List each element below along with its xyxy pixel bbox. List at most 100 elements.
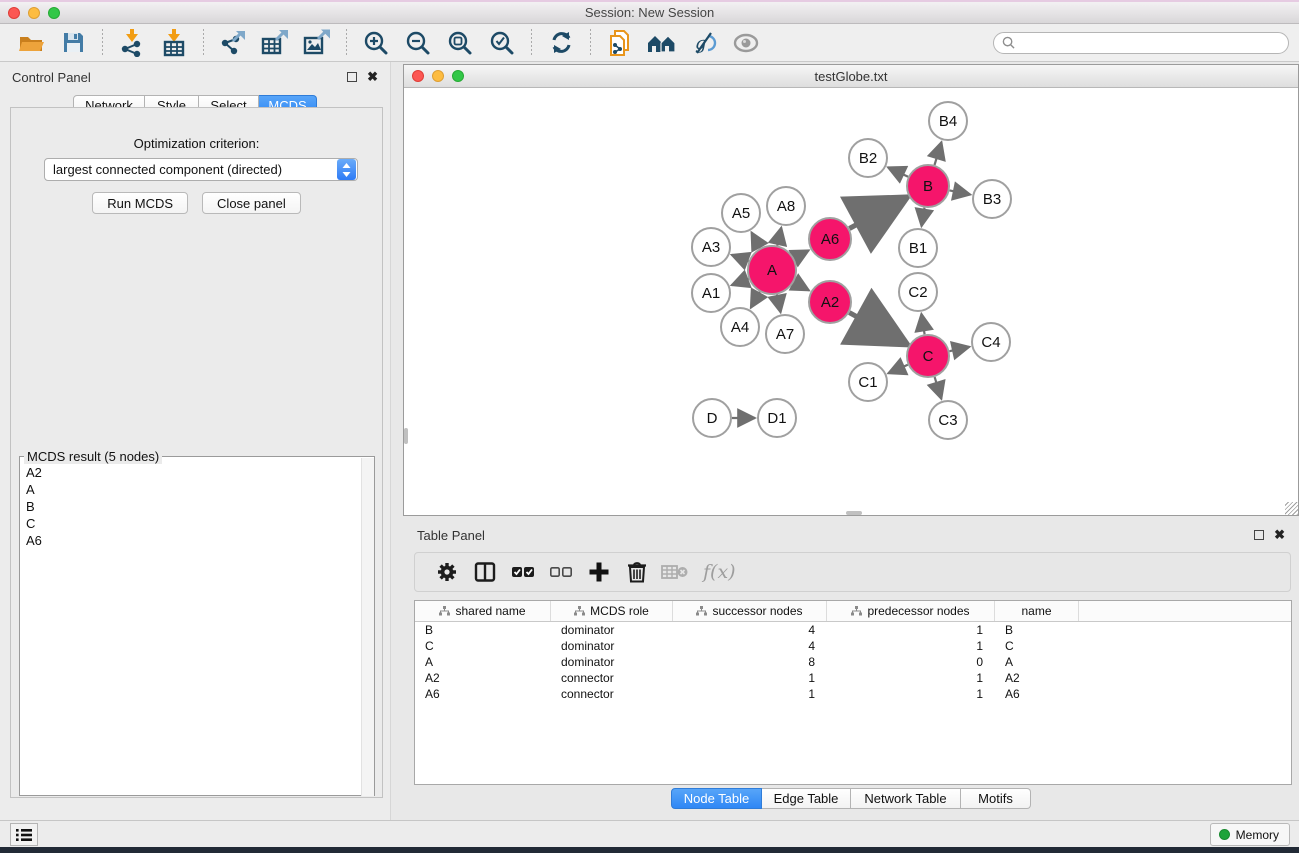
graph-edge-A-A2[interactable] [794, 282, 809, 290]
toolbar-separator [102, 29, 103, 57]
graph-edge-A2-C[interactable] [849, 313, 907, 345]
zoom-fit-button[interactable] [443, 27, 477, 59]
graph-edge-C-C3[interactable] [935, 377, 942, 399]
close-panel-icon[interactable]: ✖ [1274, 530, 1285, 540]
table-row[interactable]: A2connector11A2 [415, 670, 1291, 686]
close-panel-button[interactable]: Close panel [202, 192, 301, 214]
delete-table-button [661, 558, 689, 586]
graph-node-label: B [923, 178, 933, 195]
graph-edge-A-A7[interactable] [777, 295, 781, 313]
mcds-result-item[interactable]: A [26, 481, 360, 498]
column-header-predecessor-nodes[interactable]: predecessor nodes [827, 601, 995, 621]
search-area [993, 32, 1289, 54]
column-header-shared-name[interactable]: shared name [415, 601, 551, 621]
save-session-button[interactable] [56, 27, 90, 59]
export-table-button[interactable] [258, 27, 292, 59]
table-row[interactable]: Bdominator41B [415, 622, 1291, 638]
refresh-button[interactable] [544, 27, 578, 59]
gene-query-icon: g [691, 30, 717, 56]
graph-edge-C-C4[interactable] [950, 347, 970, 351]
copy-network-button[interactable] [603, 27, 637, 59]
delete-column-button[interactable] [623, 558, 651, 586]
table-row[interactable]: A6connector11A6 [415, 686, 1291, 702]
tab-node-table[interactable]: Node Table [671, 788, 762, 809]
zoom-in-button[interactable] [359, 27, 393, 59]
eye-button[interactable] [729, 27, 763, 59]
table-cell: B [415, 622, 551, 638]
zoom-selected-button[interactable] [485, 27, 519, 59]
export-network-button[interactable] [216, 27, 250, 59]
main-toolbar: g [0, 24, 1299, 62]
select-all-button[interactable] [509, 558, 537, 586]
graph-edge-A-A4[interactable] [751, 292, 760, 308]
import-network-button[interactable] [115, 27, 149, 59]
gene-query-button[interactable]: g [687, 27, 721, 59]
float-panel-icon[interactable] [347, 72, 357, 82]
criterion-dropdown[interactable]: largest connected component (directed) [44, 158, 358, 181]
network-canvas[interactable]: AA1A2A3A4A5A6A7A8BB1B2B3B4CC1C2C3C4DD1 [404, 88, 1298, 515]
table-settings-button[interactable] [433, 558, 461, 586]
table-panel-tabs: Node TableEdge TableNetwork TableMotifs [403, 788, 1299, 809]
graph-edge-B-B4[interactable] [935, 142, 942, 165]
table-cell: A2 [415, 670, 551, 686]
column-header-name[interactable]: name [995, 601, 1079, 621]
mcds-result-item[interactable]: A6 [26, 532, 360, 549]
tab-edge-table[interactable]: Edge Table [762, 788, 851, 809]
graph-edge-B-B1[interactable] [922, 208, 925, 227]
result-scrollbar[interactable] [361, 458, 374, 796]
tab-motifs[interactable]: Motifs [961, 788, 1031, 809]
graph-edge-C-C1[interactable] [888, 365, 908, 374]
export-image-button[interactable] [300, 27, 334, 59]
toolbar-separator [590, 29, 591, 57]
export-network-icon [219, 29, 247, 57]
vertical-scroll-thumb[interactable] [404, 428, 408, 444]
graph-node-label: A2 [821, 294, 839, 311]
graph-edge-A-A3[interactable] [732, 255, 749, 261]
mcds-result-item[interactable]: C [26, 515, 360, 532]
memory-button[interactable]: Memory [1210, 823, 1290, 846]
network-window-title: testGlobe.txt [404, 69, 1298, 84]
table-row[interactable]: Cdominator41C [415, 638, 1291, 654]
graph-node-label: A3 [702, 239, 720, 256]
search-field[interactable] [993, 32, 1289, 54]
horizontal-scroll-thumb[interactable] [846, 511, 862, 515]
import-table-button[interactable] [157, 27, 191, 59]
column-header-MCDS-role[interactable]: MCDS role [551, 601, 673, 621]
float-panel-icon[interactable] [1254, 530, 1264, 540]
graph-edge-B-B2[interactable] [888, 167, 908, 176]
refresh-icon [549, 30, 574, 55]
show-panels-button[interactable] [10, 823, 38, 846]
search-input[interactable] [1015, 36, 1280, 50]
graph-node-label: A7 [776, 326, 794, 343]
run-mcds-button[interactable]: Run MCDS [92, 192, 188, 214]
graph-edge-A-A6[interactable] [794, 250, 809, 258]
graph-edge-A-A5[interactable] [752, 232, 761, 248]
add-column-button[interactable] [585, 558, 613, 586]
network-window-titlebar: testGlobe.txt [404, 65, 1298, 88]
graph-edge-C-C2[interactable] [921, 314, 924, 335]
tab-network-table[interactable]: Network Table [851, 788, 961, 809]
network-view-window: testGlobe.txt AA1A2A3A4A5A6A7A8BB1B2B3B4… [403, 64, 1299, 516]
graph-node-label: A [767, 262, 777, 279]
graph-node-label: B3 [983, 191, 1001, 208]
deselect-all-button[interactable] [547, 558, 575, 586]
mcds-result-item[interactable]: A2 [26, 464, 360, 481]
close-panel-icon[interactable]: ✖ [367, 72, 378, 82]
mcds-result-item[interactable]: B [26, 498, 360, 515]
table-row[interactable]: Adominator80A [415, 654, 1291, 670]
resize-grip[interactable] [1285, 502, 1298, 515]
table-panel-title: Table Panel [417, 528, 485, 543]
table-cell: A [995, 654, 1079, 670]
table-body: Bdominator41BCdominator41CAdominator80AA… [415, 622, 1291, 702]
column-header-successor-nodes[interactable]: successor nodes [673, 601, 827, 621]
graph-node-label: C1 [858, 374, 877, 391]
zoom-out-button[interactable] [401, 27, 435, 59]
graph-edge-A-A8[interactable] [777, 228, 781, 246]
graph-edge-A6-B[interactable] [849, 197, 907, 228]
graph-edge-B-B3[interactable] [950, 190, 971, 194]
show-column-panel-button[interactable] [471, 558, 499, 586]
graph-edge-A-A1[interactable] [732, 279, 749, 285]
houses-button[interactable] [645, 27, 679, 59]
open-file-button[interactable] [14, 27, 48, 59]
graph-node-label: B4 [939, 113, 957, 130]
